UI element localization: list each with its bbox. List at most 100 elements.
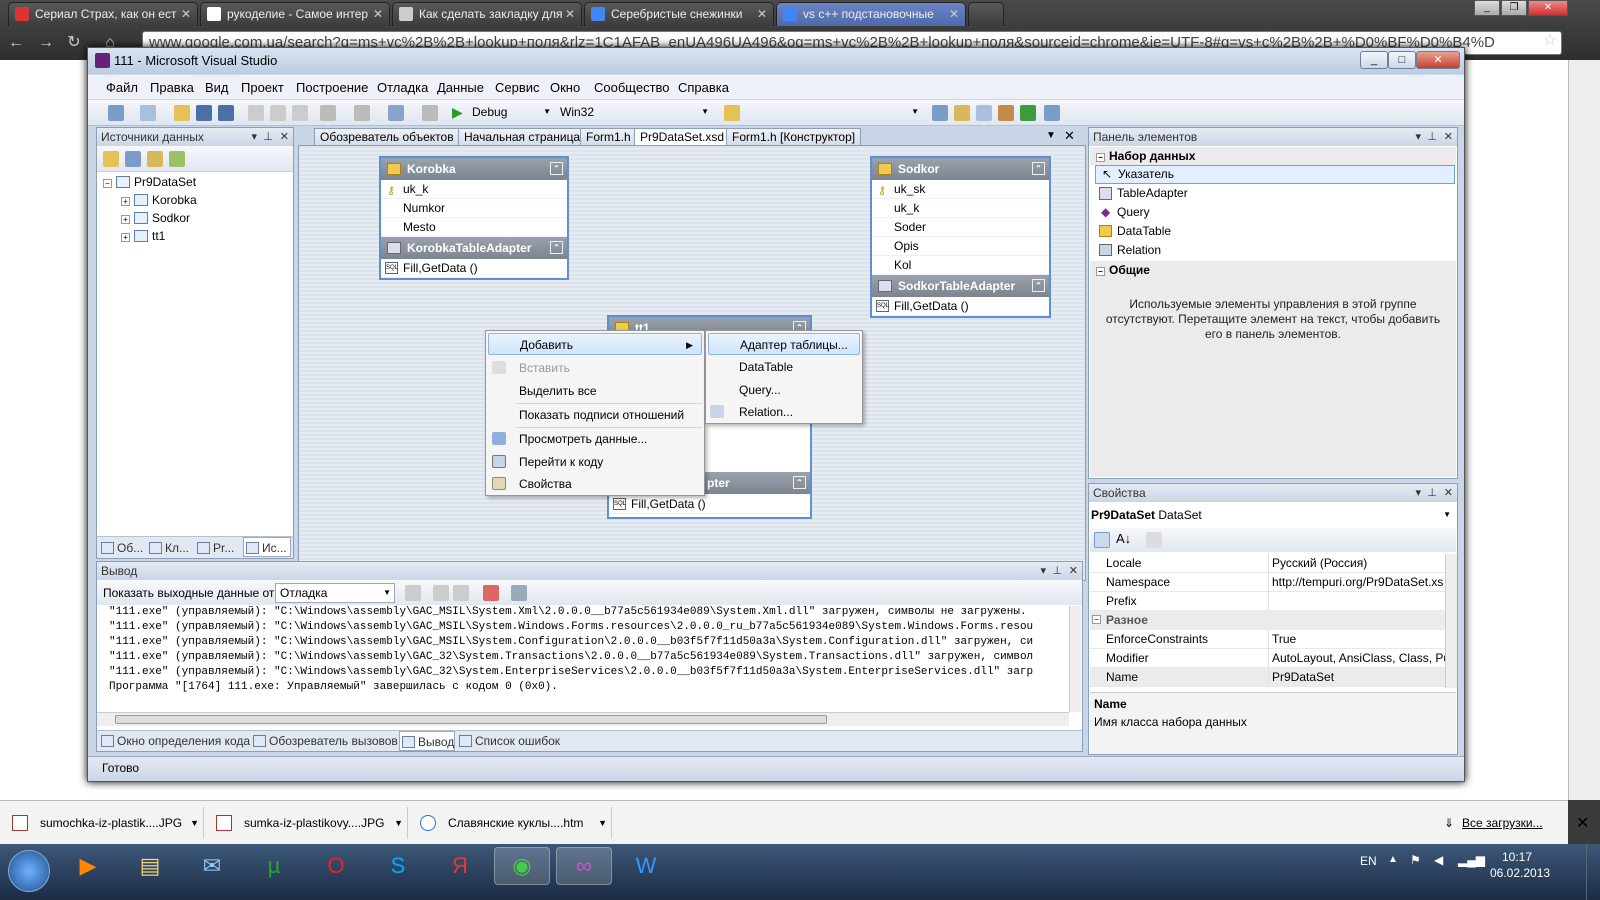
adapter-header[interactable]: SodkorTableAdapter ⌃ — [872, 275, 1049, 297]
column-row[interactable]: ⚷ uk_k — [381, 180, 567, 199]
output-hscrollbar[interactable] — [97, 712, 1069, 726]
download-item[interactable]: sumka-iz-plastikovy....JPG ▼ — [204, 807, 408, 839]
menu-item-show-relation-labels[interactable]: Показать подписи отношений — [488, 404, 702, 426]
browser-tab[interactable]: Сериал Страх, как он ест ✕ — [8, 2, 198, 26]
tab-object-browser-doc[interactable]: Обозреватель объектов — [314, 128, 460, 146]
menu-community[interactable]: Сообщество — [594, 80, 670, 95]
add-data-source-icon[interactable] — [103, 151, 119, 167]
star-icon[interactable]: ☆ — [1540, 32, 1560, 50]
close-icon[interactable]: ✕ — [757, 3, 767, 25]
network-icon[interactable]: ▂▄▆ — [1458, 853, 1485, 867]
browser-tab[interactable]: Как сделать закладку для ✕ — [392, 2, 582, 26]
download-item[interactable]: Славянские куклы....htm ▼ — [408, 807, 612, 839]
cut-icon[interactable] — [248, 105, 264, 121]
previous-message-icon[interactable] — [433, 585, 449, 601]
tab-code-definition[interactable]: Окно определения кода — [99, 731, 250, 751]
menu-item-properties[interactable]: Свойства — [488, 473, 702, 495]
tab-start-page[interactable]: Начальная страница — [458, 128, 587, 146]
tree-root[interactable]: − Pr9DataSet — [103, 175, 196, 189]
pin-icon[interactable]: ⊥ — [1052, 562, 1062, 580]
show-desktop-button[interactable] — [1586, 844, 1600, 900]
column-row[interactable]: uk_k — [872, 199, 1049, 218]
menu-item-table-adapter[interactable]: Адаптер таблицы... — [708, 333, 860, 355]
toolbox-icon[interactable] — [998, 105, 1014, 121]
expand-icon[interactable]: + — [121, 215, 130, 224]
word-wrap-icon[interactable] — [511, 585, 527, 601]
column-row[interactable]: Soder — [872, 218, 1049, 237]
output-vscrollbar[interactable] — [1069, 606, 1081, 712]
language-indicator[interactable]: EN — [1360, 854, 1377, 868]
close-icon[interactable]: ✕ — [373, 3, 383, 25]
property-category-misc[interactable]: − Разное — [1090, 611, 1445, 630]
object-selector[interactable]: Pr9DataSet DataSet ▼ — [1091, 506, 1455, 526]
configuration-combo[interactable]: Debug ▼ — [468, 103, 554, 123]
navigate-icon[interactable] — [388, 105, 404, 121]
collapse-icon[interactable]: − — [1092, 615, 1101, 624]
chrome-icon[interactable]: ◉ — [494, 847, 550, 885]
tab-properties-manager[interactable]: Pr... — [195, 538, 234, 558]
tab-form1-h[interactable]: Form1.h — [580, 128, 637, 146]
menu-build[interactable]: Построение — [296, 80, 368, 95]
download-item[interactable]: sumochka-iz-plastik....JPG ▼ — [0, 807, 204, 839]
properties-icon[interactable] — [954, 105, 970, 121]
tab-error-list[interactable]: Список ошибок — [457, 731, 560, 751]
start-debug-icon[interactable]: ▶ — [452, 104, 463, 121]
scrollbar-thumb[interactable] — [115, 715, 827, 724]
close-icon[interactable]: ✕ — [565, 3, 575, 25]
media-player-icon[interactable]: ▶ — [60, 847, 116, 885]
tab-call-browser[interactable]: Обозреватель вызовов — [251, 731, 398, 751]
expand-icon[interactable]: + — [121, 233, 130, 242]
maximize-icon[interactable]: □ — [1388, 51, 1416, 69]
refresh-icon[interactable] — [169, 151, 185, 167]
file-explorer-icon[interactable]: ▤ — [122, 847, 178, 885]
start-button[interactable] — [8, 850, 50, 892]
edit-dataset-icon[interactable] — [125, 151, 141, 167]
alphabetical-icon[interactable]: A↓ — [1116, 531, 1131, 546]
table-header[interactable]: Sodkor ⌃ — [872, 158, 1049, 180]
tab-form1-designer[interactable]: Form1.h [Конструктор] — [726, 128, 862, 146]
tree-item-korobka[interactable]: + Korobka — [121, 193, 197, 207]
opera-icon[interactable]: O — [308, 847, 364, 885]
reload-icon[interactable]: ↻ — [64, 34, 84, 52]
navigate-forward-icon[interactable] — [422, 105, 438, 121]
tab-data-sources[interactable]: Ис... — [243, 537, 291, 557]
save-icon[interactable] — [196, 105, 212, 121]
query-row[interactable]: SQL Fill,GetData () — [381, 259, 567, 278]
menu-item-view-code[interactable]: Перейти к коду — [488, 451, 702, 473]
clock-date[interactable]: 06.02.2013 — [1490, 866, 1550, 880]
tab-object-browser[interactable]: Об... — [99, 538, 143, 558]
collapse-icon[interactable]: − — [1096, 267, 1105, 276]
collapse-icon[interactable]: ⌃ — [550, 162, 563, 175]
output-source-combo[interactable]: Отладка ▼ — [275, 583, 395, 603]
query-row[interactable]: SQL Fill,GetData () — [609, 495, 810, 514]
dropdown-icon[interactable]: ▾ — [251, 128, 257, 146]
browser-tab[interactable]: рукоделие - Самое интер ✕ — [200, 2, 390, 26]
chevron-down-icon[interactable]: ▼ — [394, 807, 403, 839]
property-row-namespace[interactable]: Namespace http://tempuri.org/Pr9DataSet.x… — [1090, 573, 1445, 592]
column-row[interactable]: Opis — [872, 237, 1049, 256]
expand-icon[interactable]: + — [121, 197, 130, 206]
menu-help[interactable]: Справка — [678, 80, 729, 95]
object-browser-icon[interactable] — [976, 105, 992, 121]
menu-view[interactable]: Вид — [205, 80, 229, 95]
table-header[interactable]: Korobka ⌃ — [381, 158, 567, 180]
table-korobka[interactable]: Korobka ⌃ ⚷ uk_k Numkor Mesto KorobkaTable… — [379, 156, 569, 280]
close-icon[interactable]: ✕ — [1576, 813, 1589, 833]
close-icon[interactable]: ✕ — [949, 3, 959, 25]
find-message-icon[interactable] — [405, 585, 421, 601]
dropdown-icon[interactable]: ▼ — [1046, 130, 1056, 141]
volume-icon[interactable]: ◀ — [1434, 853, 1443, 867]
collapse-icon[interactable]: ⌃ — [793, 476, 806, 489]
tab-class-view[interactable]: Кл... — [147, 538, 189, 558]
find-in-files-icon[interactable] — [724, 105, 740, 121]
property-pages-icon[interactable] — [1146, 532, 1162, 548]
solution-explorer-icon[interactable] — [932, 105, 948, 121]
all-downloads-link[interactable]: ⇓ Все загрузки... — [1444, 807, 1543, 839]
menu-item-select-all[interactable]: Выделить все — [488, 380, 702, 402]
menu-data[interactable]: Данные — [437, 80, 484, 95]
query-row[interactable]: SQL Fill,GetData () — [872, 297, 1049, 316]
save-all-icon[interactable] — [218, 105, 234, 121]
categorized-icon[interactable] — [1094, 532, 1110, 548]
clock-time[interactable]: 10:17 — [1502, 850, 1532, 864]
utorrent-icon[interactable]: µ — [246, 847, 302, 885]
